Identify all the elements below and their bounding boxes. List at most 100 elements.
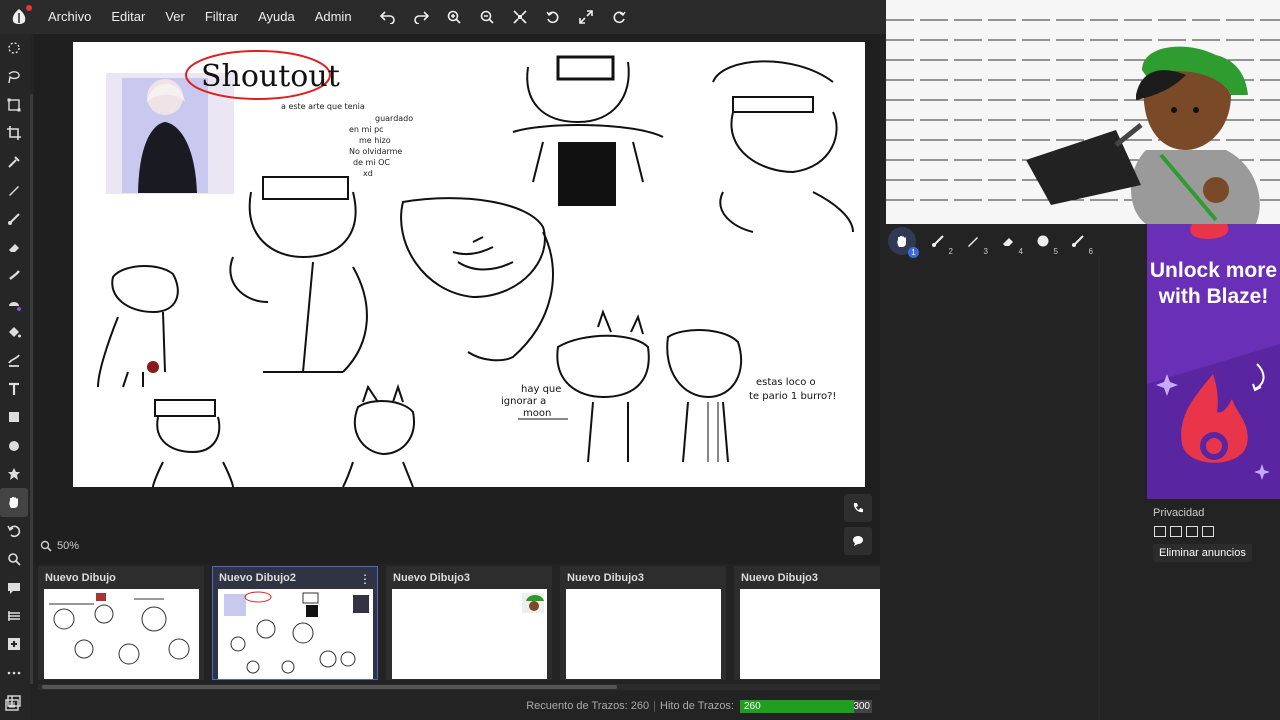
left-scrollbar[interactable] — [30, 94, 33, 684]
chat-icon[interactable] — [0, 573, 28, 601]
fill-icon[interactable] — [0, 318, 28, 346]
voice-call-button[interactable] — [844, 494, 872, 522]
ad-banner[interactable]: Unlock more with Blaze! — [1147, 224, 1280, 499]
more-icon[interactable] — [0, 659, 28, 687]
text-icon[interactable] — [0, 375, 28, 403]
fit-icon[interactable] — [504, 0, 537, 34]
blend-icon[interactable] — [0, 290, 28, 318]
layout-option-4[interactable] — [1202, 526, 1214, 537]
brush-icon — [1071, 235, 1084, 247]
drawing-thumb-active[interactable]: Nuevo Dibujo2 ⋮ — [212, 566, 378, 680]
drawing-preview — [740, 589, 880, 679]
shape-icon[interactable] — [0, 460, 28, 488]
menu-archivo[interactable]: Archivo — [38, 0, 101, 34]
layers-icon[interactable] — [0, 602, 28, 630]
drawing-preview — [44, 589, 199, 679]
undo-history-icon[interactable] — [0, 517, 28, 545]
brush-num: 4 — [1018, 247, 1023, 256]
rectangle-icon[interactable] — [0, 403, 28, 431]
hand-icon[interactable] — [0, 488, 28, 517]
add-icon[interactable] — [0, 630, 28, 658]
hand-icon — [897, 236, 906, 247]
layout-option-2[interactable] — [1170, 526, 1182, 537]
rotate-right-icon[interactable] — [603, 0, 636, 34]
zoom-tool-icon[interactable] — [0, 545, 28, 573]
crop-icon[interactable] — [0, 119, 28, 147]
stroke-goal: 300 — [853, 700, 870, 712]
top-toolbar — [372, 0, 636, 34]
zoom-in-icon[interactable] — [438, 0, 471, 34]
note-moon-1: ignorar a — [501, 396, 546, 407]
strip-scrollbar-thumb[interactable] — [42, 685, 617, 689]
chat-button[interactable] — [844, 527, 872, 555]
lasso-select-icon[interactable] — [0, 34, 28, 62]
panel-toggle-icon[interactable] — [5, 698, 19, 712]
menu-editar[interactable]: Editar — [101, 0, 155, 34]
drawing-canvas[interactable]: Shoutout a este arte que tenia guardado … — [73, 42, 865, 487]
eraser-icon[interactable] — [0, 233, 28, 261]
drawing-thumb[interactable]: Nuevo Dibujo3 — [386, 566, 552, 680]
zoom-icon — [40, 540, 52, 552]
circle-icon — [1037, 235, 1048, 247]
notification-dot — [26, 5, 32, 11]
drawings-strip: Nuevo Dibujo Nuevo Dibujo2 ⋮ Nuevo Dibuj… — [38, 566, 880, 682]
brush-num: 5 — [1053, 247, 1058, 256]
strip-scrollbar[interactable] — [38, 684, 880, 690]
smudge-icon[interactable] — [0, 261, 28, 289]
zoom-indicator[interactable]: 50% — [40, 540, 79, 552]
brush-preset-4[interactable]: 4 — [990, 226, 1025, 256]
drawing-title: Nuevo Dibujo3 — [567, 572, 645, 584]
brush-preset-5[interactable]: 5 — [1025, 226, 1060, 256]
eyedropper-icon[interactable] — [0, 148, 28, 176]
phone-icon — [853, 503, 863, 513]
note-line-2: en mi pc — [349, 125, 384, 134]
app-logo[interactable] — [0, 0, 38, 34]
layout-option-3[interactable] — [1186, 526, 1198, 537]
brush-preset-6[interactable]: 6 — [1060, 226, 1095, 256]
menu-ayuda[interactable]: Ayuda — [248, 0, 305, 34]
undo-icon[interactable] — [372, 0, 405, 34]
drawing-preview — [566, 589, 721, 679]
note-burro-0: estas loco o — [756, 377, 816, 388]
brush-preset-1[interactable]: 1 — [888, 227, 919, 258]
note-line-4: No olvidarme — [349, 147, 402, 156]
layout-option-1[interactable] — [1154, 526, 1166, 537]
fullscreen-icon[interactable] — [570, 0, 603, 34]
drawing-thumb[interactable]: Nuevo Dibujo — [38, 566, 204, 680]
menu-ver[interactable]: Ver — [155, 0, 195, 34]
drawing-title: Nuevo Dibujo3 — [393, 572, 471, 584]
drawing-thumb[interactable]: Nuevo Dibujo3 — [560, 566, 726, 680]
stroke-goal-label: Hito de Trazos: — [660, 700, 734, 712]
menu-filtrar[interactable]: Filtrar — [195, 0, 248, 34]
redo-icon[interactable] — [405, 0, 438, 34]
note-burro-1: te pario 1 burro?! — [749, 391, 836, 402]
menu-admin[interactable]: Admin — [305, 0, 362, 34]
more-vertical-icon[interactable]: ⋮ — [359, 572, 371, 586]
gradient-icon[interactable] — [0, 346, 28, 374]
ellipse-icon[interactable] — [0, 431, 28, 459]
remove-ads-button[interactable]: Eliminar anuncios — [1153, 544, 1252, 562]
brush-preset-3[interactable]: 3 — [955, 226, 990, 256]
zoom-out-icon[interactable] — [471, 0, 504, 34]
note-line-5: de mi OC — [353, 158, 390, 167]
pen-icon[interactable] — [0, 176, 28, 204]
brush-num: 6 — [1088, 247, 1093, 256]
panel-divider[interactable] — [1098, 256, 1100, 720]
note-line-3: me hizo — [359, 136, 391, 145]
transform-icon[interactable] — [0, 91, 28, 119]
brush-icon[interactable] — [0, 204, 28, 232]
canvas-area[interactable]: Shoutout a este arte que tenia guardado … — [34, 34, 880, 564]
brush-num: 1 — [908, 247, 919, 258]
rotate-left-icon[interactable] — [537, 0, 570, 34]
video-frame — [886, 0, 1280, 224]
status-bar: Recuento de Trazos: 260 | Hito de Trazos… — [0, 692, 880, 720]
chat-bubble-icon — [853, 536, 863, 546]
brush-num: 2 — [948, 247, 953, 256]
brush-preset-2[interactable]: 2 — [920, 226, 955, 256]
video-panel[interactable] — [886, 0, 1280, 224]
stroke-count: Recuento de Trazos: 260 — [526, 700, 650, 712]
drawing-thumb[interactable]: Nuevo Dibujo3 — [734, 566, 880, 680]
note-moon-0: hay que — [521, 384, 561, 395]
note-line-0: a este arte que tenia — [281, 102, 365, 111]
lasso-icon[interactable] — [0, 62, 28, 90]
